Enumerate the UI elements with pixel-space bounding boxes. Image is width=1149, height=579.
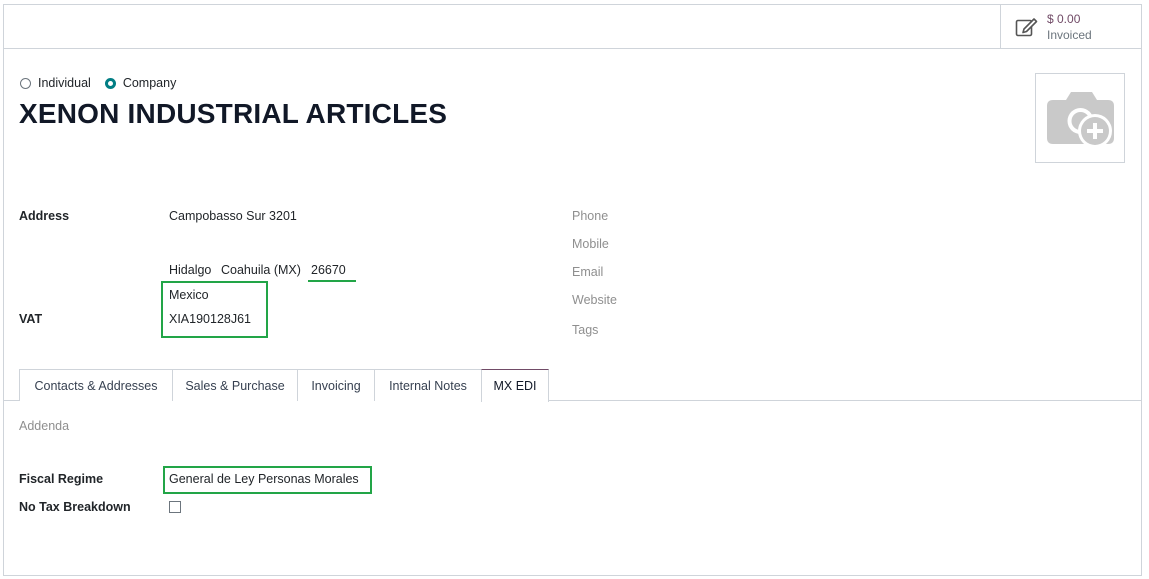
zip-highlight-underline: [308, 280, 356, 282]
fiscal-regime-label: Fiscal Regime: [19, 472, 104, 486]
state-field[interactable]: Coahuila (MX): [221, 263, 301, 277]
radio-individual[interactable]: Individual: [20, 76, 91, 90]
phone-label: Phone: [572, 209, 609, 223]
radio-company-label: Company: [122, 76, 177, 90]
vat-field[interactable]: XIA190128J61: [169, 312, 251, 326]
partner-name[interactable]: XENON INDUSTRIAL ARTICLES: [19, 98, 447, 130]
invoiced-label: Invoiced: [1047, 28, 1092, 42]
tab-mx-edi[interactable]: MX EDI: [481, 369, 549, 402]
no-tax-breakdown-checkbox[interactable]: [169, 501, 181, 513]
pencil-square-icon: [1015, 18, 1038, 37]
tab-internal-notes[interactable]: Internal Notes: [374, 369, 482, 401]
email-label: Email: [572, 265, 604, 279]
radio-individual-circle[interactable]: [20, 77, 31, 89]
radio-company-circle[interactable]: [104, 77, 116, 89]
tags-label: Tags: [572, 323, 599, 337]
street-field[interactable]: Campobasso Sur 3201: [169, 209, 297, 223]
radio-company[interactable]: Company: [104, 76, 177, 90]
city-field[interactable]: Hidalgo: [169, 263, 211, 277]
zip-field[interactable]: 26670: [311, 263, 346, 277]
website-label: Website: [572, 293, 617, 307]
addenda-label: Addenda: [19, 419, 70, 433]
invoiced-stat-button[interactable]: $ 0.00 Invoiced: [1000, 5, 1141, 48]
partner-avatar[interactable]: [1035, 73, 1125, 163]
camera-plus-icon: [1047, 92, 1114, 148]
tab-invoicing[interactable]: Invoicing: [297, 369, 375, 401]
notebook-tabs: Contacts & Addresses Sales & Purchase In…: [4, 369, 1141, 402]
vat-label: VAT: [19, 312, 43, 326]
fiscal-regime-field[interactable]: General de Ley Personas Morales: [169, 472, 359, 486]
radio-individual-label: Individual: [38, 76, 91, 90]
form-sheet: $ 0.00 Invoiced Individual Company XENON…: [3, 4, 1142, 576]
mobile-label: Mobile: [572, 237, 609, 251]
tab-sales-purchase[interactable]: Sales & Purchase: [172, 369, 298, 401]
country-field[interactable]: Mexico: [169, 288, 209, 302]
address-label: Address: [19, 209, 70, 223]
invoiced-amount: $ 0.00: [1047, 12, 1081, 26]
button-box: $ 0.00 Invoiced: [4, 5, 1141, 49]
no-tax-breakdown-label: No Tax Breakdown: [19, 500, 131, 514]
company-type-radio-group: Individual Company: [20, 76, 190, 90]
tab-contacts-addresses[interactable]: Contacts & Addresses: [19, 369, 173, 401]
